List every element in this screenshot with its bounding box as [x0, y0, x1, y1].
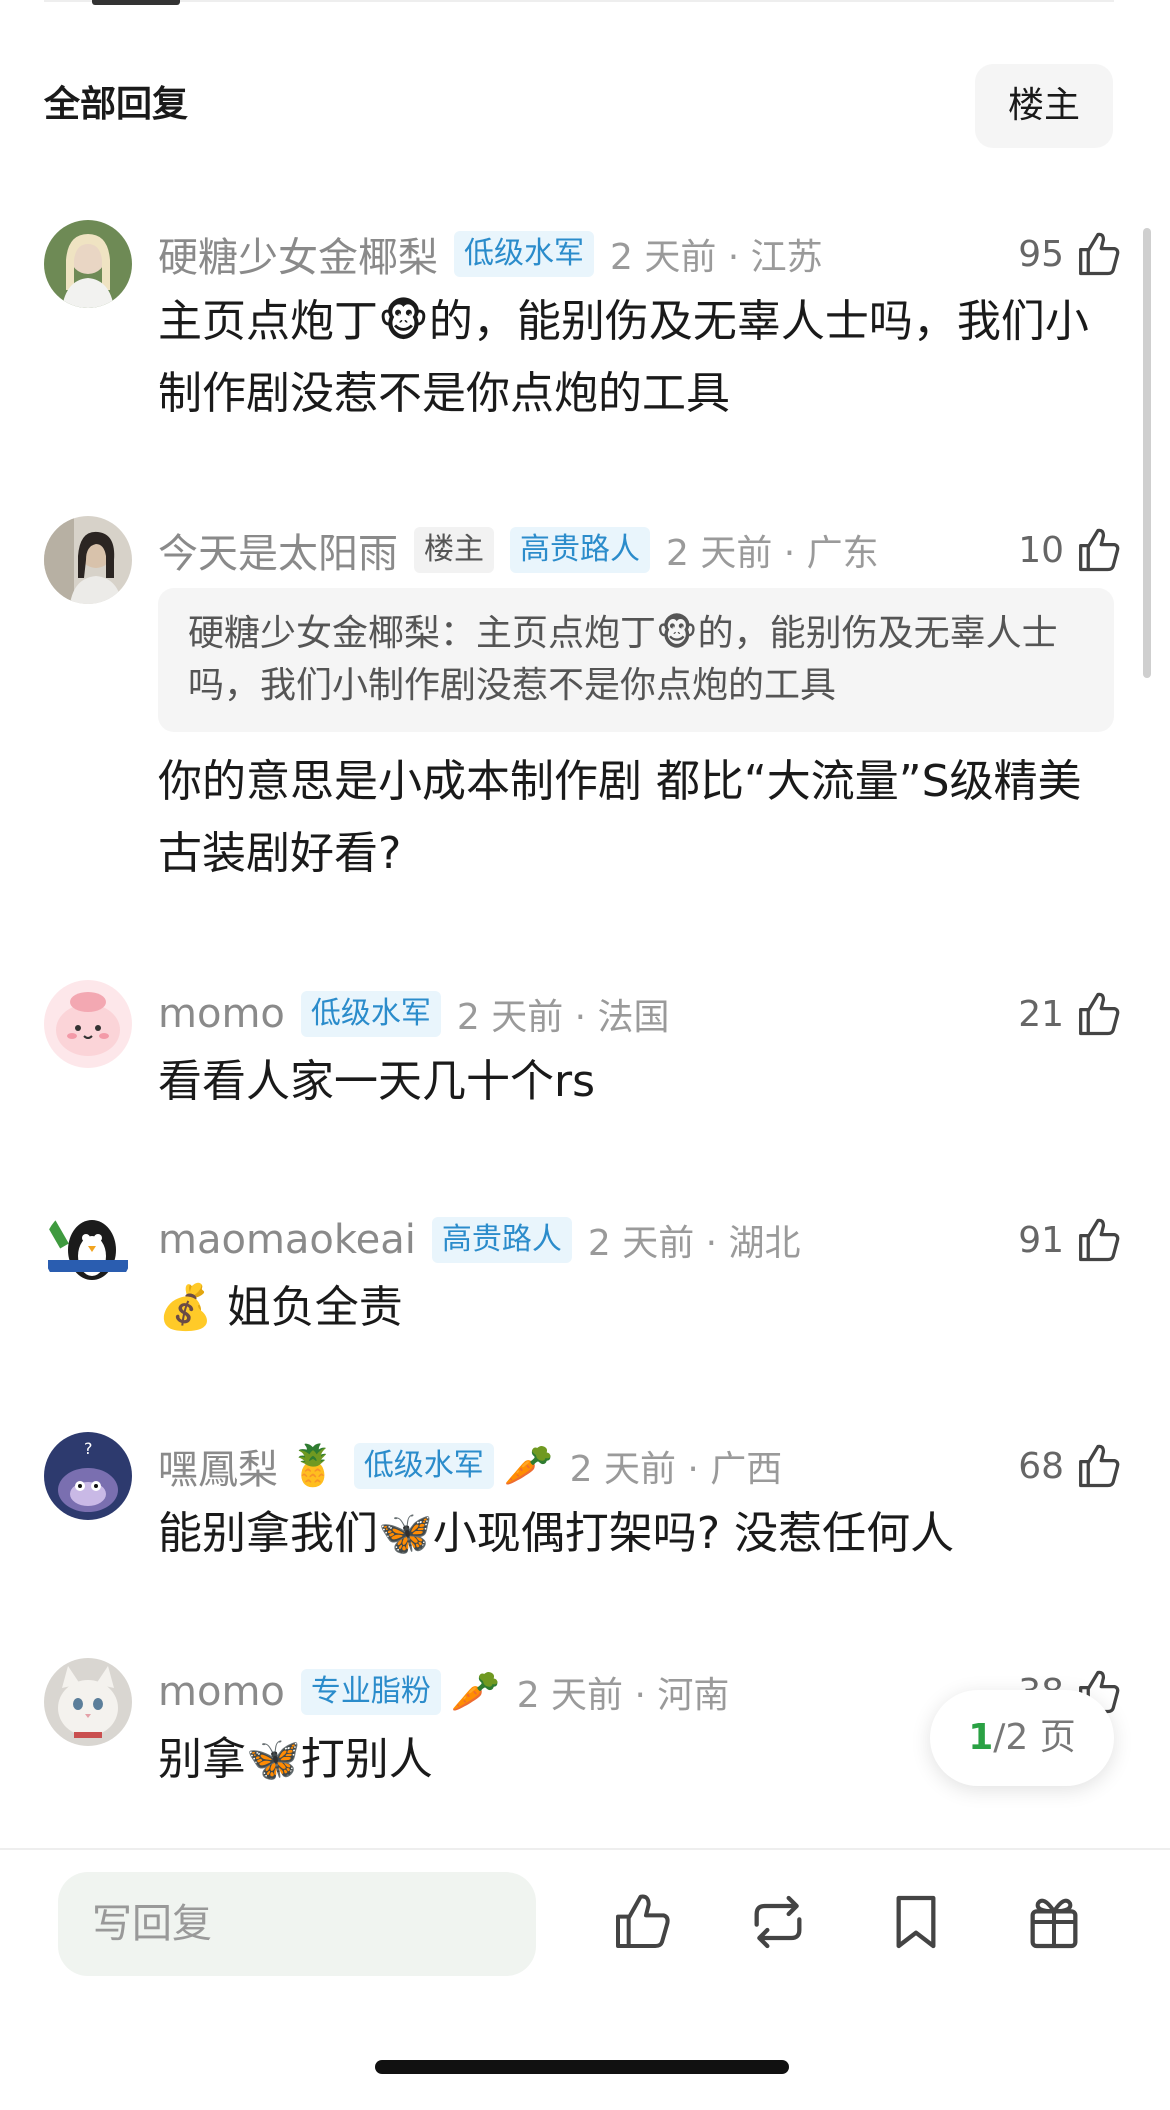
monkey-emoji-icon: 🐵	[378, 296, 429, 347]
username[interactable]: 硬糖少女金椰梨	[158, 225, 438, 283]
like-count: 91	[1018, 1219, 1064, 1261]
scrollbar[interactable]	[1143, 228, 1151, 678]
thumbs-up-icon[interactable]	[1072, 988, 1124, 1040]
user-badge: 低级水军	[454, 231, 594, 277]
comment-text: 💰 姐负全责	[158, 1282, 403, 1333]
comment-text: 你的意思是小成本制作剧 都比“大流量”S级精美古装剧好看?	[158, 756, 1082, 879]
timestamp-location: 2 天前 · 广东	[666, 533, 879, 574]
home-indicator	[375, 2060, 789, 2074]
timestamp-location: 2 天前 · 河南	[516, 1675, 730, 1716]
user-badge: 专业脂粉	[300, 1669, 441, 1715]
timestamp-location: 2 天前 · 江苏	[610, 237, 823, 278]
op-only-filter-button[interactable]: 楼主	[975, 64, 1113, 148]
like-count: 21	[1018, 993, 1064, 1035]
thumbs-up-icon[interactable]	[1072, 524, 1124, 576]
thumbs-up-icon[interactable]	[1072, 1214, 1124, 1266]
user-badge: 低级水军	[353, 1443, 494, 1489]
penguin-cartoon-avatar[interactable]	[44, 1206, 132, 1294]
like-control[interactable]: 68	[1018, 1436, 1124, 1496]
butterfly-emoji-icon: 🦋	[378, 1508, 433, 1559]
top-divider	[44, 0, 1114, 2]
comment-meta: momo 低级水军 2 天前 · 法国	[158, 984, 670, 1044]
like-count: 95	[1018, 233, 1064, 275]
total-pages: /2 页	[993, 1717, 1076, 1758]
timestamp-location: 2 天前 · 湖北	[587, 1223, 801, 1264]
user-badge: 高贵路人	[510, 527, 650, 573]
like-control[interactable]: 21	[1018, 984, 1124, 1044]
comment-meta: 今天是太阳雨 楼主 高贵路人 2 天前 · 广东	[158, 520, 879, 580]
svg-text:?: ?	[84, 1439, 93, 1458]
quoted-reply[interactable]: 硬糖少女金椰梨：主页点炮丁🐵的，能别伤及无辜人士吗，我们小制作剧没惹不是你点炮的…	[158, 588, 1114, 732]
bottom-bar-divider	[0, 1848, 1170, 1850]
username[interactable]: maomaokeai	[158, 1217, 416, 1263]
butterfly-emoji-icon: 🦋	[246, 1734, 301, 1785]
timestamp-location: 2 天前 · 法国	[456, 997, 670, 1038]
reply-input[interactable]: 写回复	[58, 1872, 536, 1976]
like-control[interactable]: 91	[1018, 1210, 1124, 1270]
carrot-emoji-icon: 🥕	[450, 1669, 501, 1715]
comment-meta: momo 专业脂粉 🥕 2 天前 · 河南	[158, 1662, 729, 1722]
money-bag-emoji-icon: 💰	[158, 1282, 213, 1333]
girl-photo-avatar[interactable]	[44, 220, 132, 308]
pineapple-emoji-icon: 🍍	[288, 1443, 338, 1489]
username[interactable]: 今天是太阳雨	[158, 521, 398, 579]
username[interactable]: momo	[158, 991, 285, 1037]
like-control[interactable]: 10	[1018, 520, 1124, 580]
comment-text: 看看人家一天几十个rs	[158, 1056, 596, 1107]
white-cat-avatar[interactable]	[44, 1658, 132, 1746]
username[interactable]: momo	[158, 1669, 285, 1715]
username[interactable]: 嘿鳳梨	[158, 1437, 278, 1495]
repost-icon[interactable]	[746, 1890, 810, 1954]
page-indicator[interactable]: 1/2 页	[930, 1690, 1114, 1786]
woman-photo-avatar[interactable]	[44, 516, 132, 604]
gift-icon[interactable]	[1022, 1890, 1086, 1954]
op-badge: 楼主	[414, 527, 494, 573]
user-badge: 低级水军	[300, 991, 441, 1037]
timestamp-location: 2 天前 · 广西	[569, 1449, 783, 1490]
pink-cartoon-avatar[interactable]	[44, 980, 132, 1068]
thumbs-up-icon[interactable]	[1072, 1440, 1124, 1492]
monkey-emoji-icon: 🐵	[656, 613, 698, 654]
like-icon[interactable]	[610, 1890, 674, 1954]
user-badge: 高贵路人	[431, 1217, 572, 1263]
comment-page: 全部回复 楼主 硬糖少女金椰梨 低级水军 2 天前 · 江苏 95 主页点炮丁🐵…	[0, 0, 1170, 2110]
comment-meta: 硬糖少女金椰梨 低级水军 2 天前 · 江苏	[158, 224, 823, 284]
like-count: 68	[1018, 1445, 1064, 1487]
comment-text: 能别拿我们🦋小现偶打架吗? 没惹任何人	[158, 1508, 955, 1559]
comment-meta: maomaokeai 高贵路人 2 天前 · 湖北	[158, 1210, 801, 1270]
like-control[interactable]: 95	[1018, 224, 1124, 284]
tab-indicator	[92, 0, 180, 5]
cartoon-cat-avatar[interactable]: ?	[44, 1432, 132, 1520]
comment-meta: 嘿鳳梨 🍍 低级水军 🥕 2 天前 · 广西	[158, 1436, 782, 1496]
current-page: 1	[968, 1717, 994, 1758]
bookmark-icon[interactable]	[884, 1890, 948, 1954]
thumbs-up-icon[interactable]	[1072, 228, 1124, 280]
all-replies-title: 全部回复	[44, 84, 189, 125]
like-count: 10	[1018, 529, 1064, 571]
carrot-emoji-icon: 🥕	[503, 1443, 554, 1489]
comment-text: 主页点炮丁🐵的，能别伤及无辜人士吗，我们小制作剧没惹不是你点炮的工具	[158, 296, 1089, 419]
